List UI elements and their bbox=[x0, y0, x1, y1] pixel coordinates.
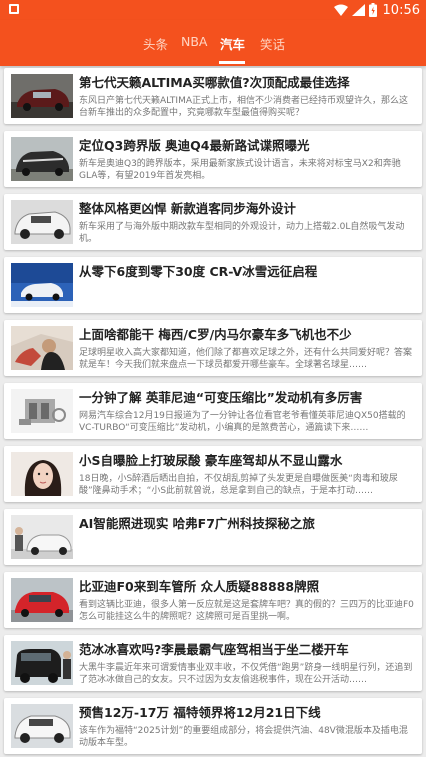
news-summary: 看到这辆比亚迪，很多人第一反应就是这是套牌车吧？真的假的？三四万的比亚迪F0怎么… bbox=[79, 600, 414, 622]
news-title: 预售12万-17万 福特领界将12月21日下线 bbox=[79, 705, 321, 720]
status-bar: 10:56 bbox=[0, 0, 426, 20]
status-time: 10:56 bbox=[382, 2, 420, 18]
wifi-icon bbox=[333, 4, 348, 16]
tab-jokes[interactable]: 笑话 bbox=[260, 34, 285, 53]
news-item[interactable]: 范冰冰喜欢吗?李晨最霸气座驾相当于坐二楼开车 大黑牛李晨近年来可谓爱情事业双丰收… bbox=[4, 635, 422, 691]
tab-auto[interactable]: 汽车 bbox=[220, 34, 245, 53]
news-summary bbox=[79, 536, 415, 560]
tab-headlines[interactable]: 头条 bbox=[143, 34, 168, 53]
news-item[interactable]: 一分钟了解 英菲尼迪“可变压缩比”发动机有多厉害 网易汽车综合12月19日报道为… bbox=[4, 383, 422, 439]
news-item[interactable]: 预售12万-17万 福特领界将12月21日下线 该车作为福特“2025计划”的重… bbox=[4, 698, 422, 754]
news-title: 范冰冰喜欢吗?李晨最霸气座驾相当于坐二楼开车 bbox=[79, 642, 349, 657]
news-item[interactable]: AI智能照进现实 哈弗F7广州科技探秘之旅 bbox=[4, 509, 422, 565]
news-item[interactable]: 小S自曝脸上打玻尿酸 豪车座驾却从不显山露水 18日晚，小S醉酒后晒出自拍，不仅… bbox=[4, 446, 422, 502]
news-item[interactable]: 从零下6度到零下30度 CR-V冰雪远征启程 bbox=[4, 257, 422, 313]
news-title: 定位Q3跨界版 奥迪Q4最新路试谍照曝光 bbox=[79, 138, 310, 153]
news-summary: 该车作为福特“2025计划”的重要组成部分，将会提供汽油、48V微混版本及插电混… bbox=[79, 726, 408, 748]
news-thumbnail bbox=[11, 389, 73, 433]
news-title: 上面啥都能干 梅西/C罗/内马尔豪车多飞机也不少 bbox=[79, 327, 352, 342]
news-thumbnail bbox=[11, 200, 73, 244]
battery-icon bbox=[368, 3, 377, 17]
news-summary: 新车是奥迪Q3的跨界版本，采用最新家族式设计语言，未来将对标宝马X2和奔驰GLA… bbox=[79, 159, 401, 181]
news-thumbnail bbox=[11, 578, 73, 622]
news-summary: 新车采用了与海外版中期改款车型相同的外观设计，动力上搭载2.0L自然吸气发动机。 bbox=[79, 222, 405, 244]
news-title: 小S自曝脸上打玻尿酸 豪车座驾却从不显山露水 bbox=[79, 453, 343, 468]
news-summary: 足球明星收入高大家都知道，他们除了都喜欢足球之外，还有什么共同爱好呢？答案就是车… bbox=[79, 348, 413, 370]
news-thumbnail bbox=[11, 641, 73, 685]
news-thumbnail bbox=[11, 74, 73, 118]
news-thumbnail bbox=[11, 704, 73, 748]
news-summary: 网易汽车综合12月19日报道为了一分钟让各位看官老爷看懂英菲尼迪QX50搭载的V… bbox=[79, 411, 406, 433]
news-item[interactable]: 上面啥都能干 梅西/C罗/内马尔豪车多飞机也不少 足球明星收入高大家都知道，他们… bbox=[4, 320, 422, 376]
news-thumbnail bbox=[11, 137, 73, 181]
news-title: AI智能照进现实 哈弗F7广州科技探秘之旅 bbox=[79, 516, 315, 531]
news-summary: 大黑牛李晨近年来可谓爱情事业双丰收，不仅凭借“跑男”跻身一线明星行列，还追到了范… bbox=[79, 663, 413, 685]
tab-active-indicator bbox=[219, 61, 245, 64]
signal-icon bbox=[351, 4, 365, 16]
news-summary: 东风日产第七代天籁ALTIMA正式上市，相信不少消费者已经持币观望许久，那么这台… bbox=[79, 96, 409, 118]
news-item[interactable]: 整体风格更凶悍 新款逍客同步海外设计 新车采用了与海外版中期改款车型相同的外观设… bbox=[4, 194, 422, 250]
news-title: 一分钟了解 英菲尼迪“可变压缩比”发动机有多厉害 bbox=[79, 390, 363, 405]
news-thumbnail bbox=[11, 263, 73, 307]
news-summary bbox=[79, 284, 415, 308]
news-summary: 18日晚，小S醉酒后晒出自拍，不仅胡乱剪掉了头发更是自曝做医美“肉毒和玻尿酸”隆… bbox=[79, 474, 398, 496]
news-title: 比亚迪F0来到车管所 众人质疑88888牌照 bbox=[79, 579, 320, 594]
news-title: 整体风格更凶悍 新款逍客同步海外设计 bbox=[79, 201, 296, 216]
news-title: 从零下6度到零下30度 CR-V冰雪远征启程 bbox=[79, 264, 318, 279]
news-thumbnail bbox=[11, 515, 73, 559]
news-thumbnail bbox=[11, 326, 73, 370]
category-tab-bar: 头条 NBA 汽车 笑话 bbox=[0, 20, 426, 66]
notification-square-icon bbox=[9, 4, 19, 14]
news-item[interactable]: 比亚迪F0来到车管所 众人质疑88888牌照 看到这辆比亚迪，很多人第一反应就是… bbox=[4, 572, 422, 628]
tab-nba[interactable]: NBA bbox=[181, 34, 207, 49]
news-item[interactable]: 定位Q3跨界版 奥迪Q4最新路试谍照曝光 新车是奥迪Q3的跨界版本，采用最新家族… bbox=[4, 131, 422, 187]
news-title: 第七代天籁ALTIMA买哪款值?次顶配成最佳选择 bbox=[79, 75, 350, 90]
news-thumbnail bbox=[11, 452, 73, 496]
news-item[interactable]: 第七代天籁ALTIMA买哪款值?次顶配成最佳选择 东风日产第七代天籁ALTIMA… bbox=[4, 68, 422, 124]
